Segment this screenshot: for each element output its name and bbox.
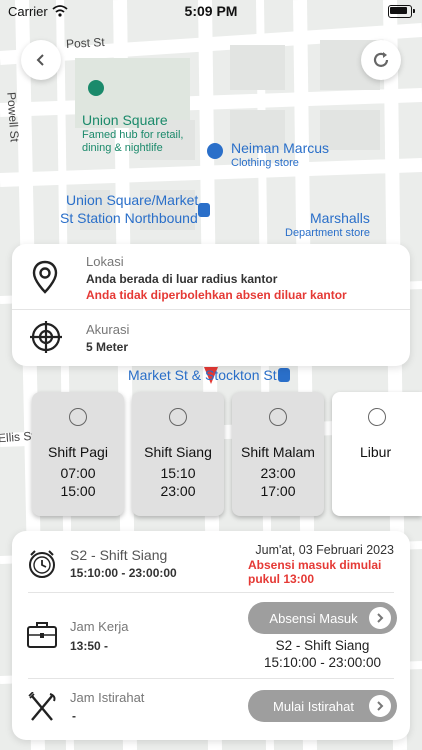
status-bar: Carrier 5:09 PM <box>0 0 422 22</box>
shift-start: 15:10 <box>160 465 196 481</box>
shift-end: 23:00 <box>160 483 196 499</box>
poi-marshalls-desc: Department store <box>285 227 370 239</box>
shift-end: 15:00 <box>60 483 96 499</box>
attendance-date: Jum'at, 03 Februari 2023 <box>255 543 394 557</box>
chevron-right-icon <box>369 607 391 629</box>
shift-time: 15:10:00 - 23:00:00 <box>70 566 177 580</box>
battery-icon <box>388 5 415 18</box>
poi-station-desc: St Station Northbound <box>60 210 198 226</box>
train-icon <box>198 203 210 217</box>
poi-neiman-marcus[interactable]: Neiman Marcus <box>231 140 329 156</box>
shift-name: Shift Siang <box>144 444 212 460</box>
poi-station[interactable]: Union Square/Market <box>66 192 198 208</box>
checkin-button[interactable]: Absensi Masuk <box>248 602 397 634</box>
checkin-notice-line2: pukul 13:00 <box>248 572 315 586</box>
back-button[interactable] <box>21 40 61 80</box>
start-break-button-label: Mulai Istirahat <box>273 698 354 714</box>
briefcase-icon <box>27 622 57 648</box>
chevron-left-icon <box>36 54 44 66</box>
street-label-ellis: Ellis St <box>0 428 36 446</box>
row-divider <box>28 678 394 679</box>
poi-union-square[interactable]: Union Square <box>82 112 168 128</box>
radio-button[interactable] <box>269 408 287 426</box>
break-label: Jam Istirahat <box>70 690 145 705</box>
accuracy-label: Akurasi <box>86 322 130 337</box>
poi-union-square-desc2: dining & nightlife <box>82 142 163 154</box>
refresh-icon <box>373 52 389 67</box>
shift-card-malam[interactable]: Shift Malam 23:00 17:00 <box>232 392 324 516</box>
clock-icon <box>29 550 55 578</box>
shift-card-siang[interactable]: Shift Siang 15:10 23:00 <box>132 392 224 516</box>
shift-start: 23:00 <box>260 465 296 481</box>
train-icon-2 <box>278 368 290 382</box>
radio-button[interactable] <box>169 408 187 426</box>
card-divider <box>12 309 410 310</box>
shift-name: Shift Malam <box>241 444 315 460</box>
checkin-button-label: Absensi Masuk <box>269 610 358 626</box>
shift-title: S2 - Shift Siang <box>70 547 168 563</box>
location-card: Lokasi Anda berada di luar radius kantor… <box>12 244 410 366</box>
start-break-button[interactable]: Mulai Istirahat <box>248 690 397 722</box>
row-divider <box>28 592 394 593</box>
break-value: - <box>72 709 76 723</box>
radio-button[interactable] <box>368 408 386 426</box>
poi-market-stockton[interactable]: Market St & Stockton St <box>128 367 277 383</box>
crosshair-icon <box>30 321 62 353</box>
location-label: Lokasi <box>86 254 124 269</box>
shift-name: Libur <box>360 444 392 460</box>
checkin-shift-title: S2 - Shift Siang <box>275 638 370 653</box>
shift-start: 07:00 <box>60 465 96 481</box>
refresh-button[interactable] <box>361 40 401 80</box>
location-value: Anda berada di luar radius kantor <box>86 272 278 286</box>
accuracy-value: 5 Meter <box>86 340 129 354</box>
park-icon <box>88 80 104 96</box>
poi-marshalls[interactable]: Marshalls <box>310 210 370 226</box>
poi-neiman-marcus-desc: Clothing store <box>231 157 299 169</box>
street-label-post: Post St <box>65 34 106 52</box>
shopping-bag-icon <box>207 143 223 159</box>
checkin-notice-line1: Absensi masuk dimulai <box>248 558 382 572</box>
shift-card-libur[interactable]: Libur <box>332 392 422 516</box>
location-warning: Anda tidak diperbolehkan absen diluar ka… <box>86 288 347 302</box>
work-hours-value: 13:50 - <box>70 639 109 653</box>
shift-end: 17:00 <box>260 483 296 499</box>
work-hours-label: Jam Kerja <box>70 619 129 634</box>
attendance-card: S2 - Shift Siang 15:10:00 - 23:00:00 Jum… <box>12 531 410 740</box>
radio-button[interactable] <box>69 408 87 426</box>
shift-name: Shift Pagi <box>48 444 108 460</box>
chevron-right-icon <box>369 695 391 717</box>
checkin-shift-time: 15:10:00 - 23:00:00 <box>263 655 382 670</box>
fork-knife-icon <box>28 692 56 721</box>
shift-card-pagi[interactable]: Shift Pagi 07:00 15:00 <box>32 392 124 516</box>
poi-union-square-desc1: Famed hub for retail, <box>82 129 184 141</box>
clock: 5:09 PM <box>184 3 238 19</box>
location-marker-icon <box>32 260 58 294</box>
